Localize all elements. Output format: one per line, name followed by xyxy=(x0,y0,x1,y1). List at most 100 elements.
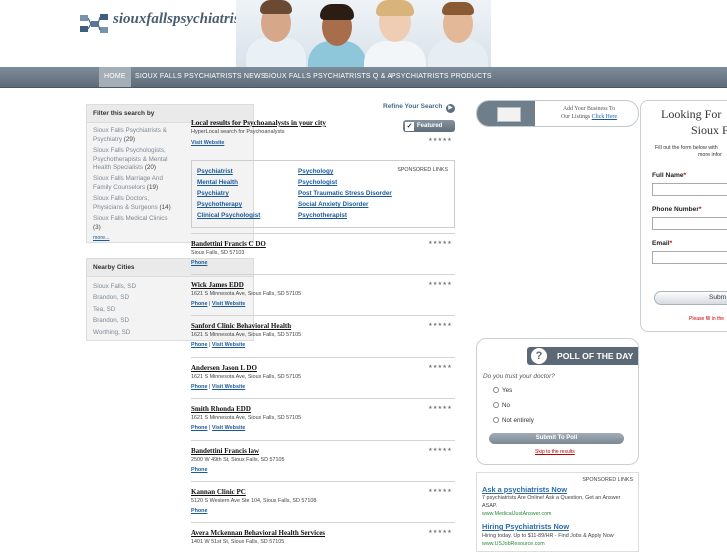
promo-text: Add Your Business To xyxy=(563,106,615,112)
sponsored-link[interactable]: Clinical Psychologist xyxy=(197,212,260,219)
filter-item-count: (14) xyxy=(159,203,171,211)
nav-home[interactable]: HOME xyxy=(99,67,131,87)
listing-phone-link[interactable]: Phone xyxy=(191,467,207,473)
add-business-promo[interactable]: Add Your Business To Our Listings Click H… xyxy=(476,100,639,127)
poll-option-no[interactable]: No xyxy=(493,402,510,409)
sponsored-link[interactable]: Psychotherapy xyxy=(197,201,242,208)
ad-url[interactable]: www.MedicalJustAnswer.com xyxy=(482,511,551,517)
promo-text: Our Listings xyxy=(561,114,591,121)
rating-stars: ★★★★★ xyxy=(428,529,452,535)
lead-form-description: more infor xyxy=(698,152,722,158)
filter-item-label: Psychotherapists & Mental xyxy=(93,155,168,163)
listing-name[interactable]: Sanford Clinic Behavioral Health xyxy=(191,322,455,330)
doctor-figure xyxy=(364,0,426,67)
radio-icon xyxy=(493,402,499,408)
poll-option-not-entirely[interactable]: Not entirely xyxy=(493,417,534,424)
document-icon xyxy=(497,107,521,122)
submit-poll-button[interactable]: Submit To Poll xyxy=(489,433,624,444)
rating-stars: ★★★★★ xyxy=(428,405,452,411)
arrow-right-icon[interactable]: ▶ xyxy=(446,104,455,113)
featured-badge: ✓ Featured xyxy=(403,120,455,132)
sponsored-link[interactable]: Psychologist xyxy=(298,179,337,186)
listing-website-link[interactable]: Visit Website xyxy=(212,301,245,307)
poll-option-yes[interactable]: Yes xyxy=(493,387,512,394)
sponsored-ads-box: SPONSORED LINKS Ask a psychiatrists Now … xyxy=(476,472,639,552)
sponsored-link[interactable]: Social Anxiety Disorder xyxy=(298,201,368,208)
filter-item-label: Physicians & Surgeons xyxy=(93,203,158,211)
listing-row: Bandettini Francis C DO Sioux Falls, SD … xyxy=(191,233,455,266)
listing-phone-link[interactable]: Phone xyxy=(191,301,207,307)
listing-name[interactable]: Andersen Jason L DO xyxy=(191,364,455,372)
listing-address: 1621 S Minnesota Ave, Sioux Falls, SD 57… xyxy=(191,374,302,380)
listing-name[interactable]: Kannan Clinic PC xyxy=(191,488,455,496)
nav-news[interactable]: SIOUX FALLS PSYCHIATRISTS NEWS xyxy=(130,67,271,87)
featured-visit-link[interactable]: Visit Website xyxy=(191,140,455,146)
rating-stars: ★★★★★ xyxy=(428,364,452,370)
listing-name[interactable]: Wick James EDD xyxy=(191,281,455,289)
listing-address: 2500 W 49th St, Sioux Falls, SD 57105 xyxy=(191,457,285,463)
email-input[interactable] xyxy=(652,251,727,264)
sponsored-link[interactable]: Post Traumatic Stress Disorder xyxy=(298,190,392,197)
listing-name[interactable]: Smith Rhonda EDD xyxy=(191,405,455,413)
filter-item-label: Sioux Falls Psychologists, xyxy=(93,147,166,155)
nav-products[interactable]: PSYCHIATRISTS PRODUCTS xyxy=(386,67,497,87)
lead-form-title: Sioux F xyxy=(691,123,727,137)
listing-phone-link[interactable]: Phone xyxy=(191,260,207,266)
nav-qa[interactable]: SIOUX FALLS PSYCHIATRISTS Q & A xyxy=(259,67,397,87)
poll-question: Do you trust your doctor? xyxy=(483,373,555,380)
ad-body: 7 psychiatrists Are Online! Ask a Questi… xyxy=(482,495,621,510)
sponsored-link[interactable]: Psychiatry xyxy=(197,190,229,197)
listing-phone-link[interactable]: Phone xyxy=(191,425,207,431)
listing-website-link[interactable]: Visit Website xyxy=(212,425,245,431)
filter-item-label: Health Specialists xyxy=(93,164,144,172)
ad-title-link[interactable]: Hiring Psychiatrists Now xyxy=(482,522,569,531)
refine-search-link[interactable]: Refine Your Search xyxy=(383,103,442,110)
radio-icon xyxy=(493,417,499,423)
sponsored-link[interactable]: Psychiatrist xyxy=(197,168,233,175)
header-doctors-image xyxy=(236,0,491,67)
rating-stars: ★★★★★ xyxy=(428,322,452,328)
listing-address: Sioux Falls, SD 57103 xyxy=(191,250,245,256)
listing-address: 1621 S Minnesota Ave, Sioux Falls, SD 57… xyxy=(191,332,302,338)
listing-row: Avera Mckennan Behavioral Health Service… xyxy=(191,522,455,545)
poll-title: POLL OF THE DAY xyxy=(557,351,634,361)
filter-item-count: (19) xyxy=(146,183,159,191)
filter-item-label: Sioux Falls Medical Clinics xyxy=(93,215,168,223)
filter-item-label: Psychiatry xyxy=(93,135,123,143)
listing-phone-link[interactable]: Phone xyxy=(191,508,207,514)
submit-button[interactable]: Subm xyxy=(654,291,727,305)
listing-name[interactable]: Avera Mckennan Behavioral Health Service… xyxy=(191,529,455,537)
sponsored-label: SPONSORED LINKS xyxy=(397,167,448,173)
featured-result: Local results for Psychoanalysts in your… xyxy=(191,119,455,153)
listing-row: Kannan Clinic PC 5120 S Western Ave Ste … xyxy=(191,481,455,514)
sponsored-link[interactable]: Mental Health xyxy=(197,179,238,186)
lead-form-title: Looking For xyxy=(661,107,722,121)
filter-item-count: (29) xyxy=(123,135,135,143)
ad-body: Hiring today. Up to $11-89/HR - Find Job… xyxy=(482,533,614,539)
promo-click-here-link[interactable]: Click Here xyxy=(592,114,617,120)
listing-address: 1621 S Minnesota Ave, Sioux Falls, SD 57… xyxy=(191,415,302,421)
listing-website-link[interactable]: Visit Website xyxy=(212,342,245,348)
listing-phone-link[interactable]: Phone xyxy=(191,384,207,390)
full-name-input[interactable] xyxy=(652,183,727,196)
ad-title-link[interactable]: Ask a psychiatrists Now xyxy=(482,485,567,494)
checkbox-icon: ✓ xyxy=(405,122,414,131)
logo-icon[interactable] xyxy=(79,12,109,36)
listing-name[interactable]: Bandettini Francis C DO xyxy=(191,240,455,248)
listing-row: Bandettini Francis law 2500 W 49th St, S… xyxy=(191,440,455,473)
email-label: Email* xyxy=(652,240,673,247)
listing-address: 1401 W 51st St, Sioux Falls, SD 57105 xyxy=(191,539,285,545)
filter-item-label: Sioux Falls Doctors, xyxy=(93,195,149,203)
rating-stars: ★★★★★ xyxy=(428,240,452,246)
skip-results-link[interactable]: Skip to the results xyxy=(535,449,575,455)
listing-phone-link[interactable]: Phone xyxy=(191,342,207,348)
lead-form-description: Fill out the form below with xyxy=(655,145,718,151)
filter-item-count: (20) xyxy=(144,164,157,172)
phone-input[interactable] xyxy=(652,217,727,230)
ad-url[interactable]: www.USJobResource.com xyxy=(482,541,545,547)
sponsored-link[interactable]: Psychology xyxy=(298,168,333,175)
sponsored-link[interactable]: Psychotherapist xyxy=(298,212,347,219)
listing-website-link[interactable]: Visit Website xyxy=(212,384,245,390)
listing-name[interactable]: Bandettini Francis law xyxy=(191,447,455,455)
listing-row: Sanford Clinic Behavioral Health 1621 S … xyxy=(191,315,455,348)
